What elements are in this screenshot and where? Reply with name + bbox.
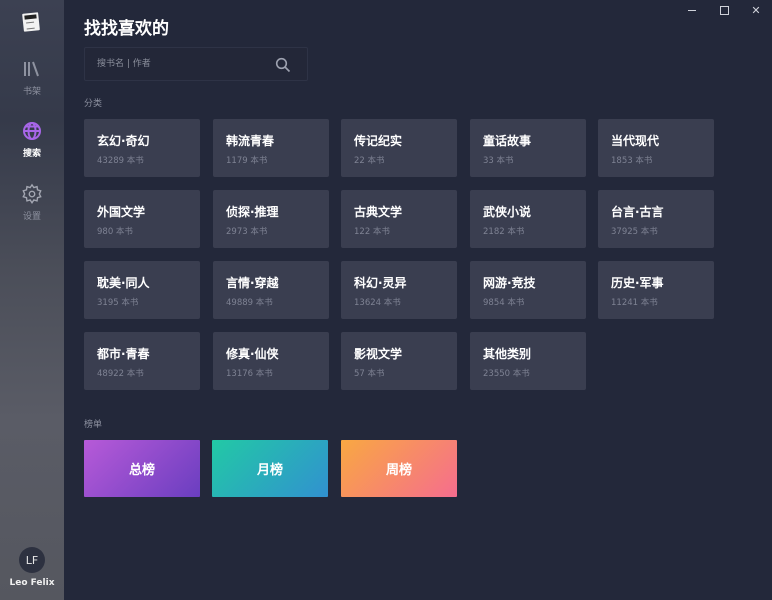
- category-count: 1853 本书: [611, 156, 653, 166]
- globe-search-icon: [21, 120, 43, 142]
- category-count: 2973 本书: [226, 227, 268, 237]
- category-card[interactable]: 古典文学 122 本书: [341, 190, 457, 248]
- category-card[interactable]: 童话故事 33 本书: [470, 119, 586, 177]
- category-name: 历史·军事: [611, 276, 664, 290]
- category-count: 11241 本书: [611, 298, 658, 308]
- rankings-label: 榜单: [84, 420, 103, 430]
- category-card[interactable]: 耽美·同人 3195 本书: [84, 261, 200, 319]
- category-count: 13624 本书: [354, 298, 401, 308]
- category-card[interactable]: 影视文学 57 本书: [341, 332, 457, 390]
- category-card[interactable]: 玄幻·奇幻 43289 本书: [84, 119, 200, 177]
- category-card[interactable]: 传记纪实 22 本书: [341, 119, 457, 177]
- category-name: 网游·竞技: [483, 276, 536, 290]
- sidebar-item-search[interactable]: 搜索: [0, 120, 64, 166]
- category-name: 台言·古言: [611, 205, 664, 219]
- category-count: 980 本书: [97, 227, 133, 237]
- category-count: 1179 本书: [226, 156, 268, 166]
- category-count: 48922 本书: [97, 369, 144, 379]
- ranking-total-button[interactable]: 总榜: [84, 440, 200, 497]
- page-title: 找找喜欢的: [84, 19, 169, 39]
- category-card[interactable]: 其他类别 23550 本书: [470, 332, 586, 390]
- category-name: 其他类别: [483, 347, 532, 361]
- category-name: 科幻·灵异: [354, 276, 407, 290]
- category-name: 外国文学: [97, 205, 146, 219]
- user-name: Leo Felix: [9, 578, 55, 588]
- category-card[interactable]: 科幻·灵异 13624 本书: [341, 261, 457, 319]
- search-input[interactable]: [97, 48, 267, 80]
- category-card[interactable]: 网游·竞技 9854 本书: [470, 261, 586, 319]
- gear-icon: [21, 183, 43, 205]
- close-button[interactable]: ✕: [740, 0, 772, 20]
- category-card[interactable]: 历史·军事 11241 本书: [598, 261, 714, 319]
- category-count: 23550 本书: [483, 369, 530, 379]
- search-icon[interactable]: [275, 57, 291, 73]
- category-count: 57 本书: [354, 369, 385, 379]
- category-name: 传记纪实: [354, 134, 403, 148]
- category-name: 言情·穿越: [226, 276, 279, 290]
- category-name: 都市·青春: [97, 347, 150, 361]
- category-card[interactable]: 侦探·推理 2973 本书: [213, 190, 329, 248]
- sidebar-item-settings[interactable]: 设置: [0, 183, 64, 229]
- category-name: 耽美·同人: [97, 276, 150, 290]
- category-card[interactable]: 韩流青春 1179 本书: [213, 119, 329, 177]
- category-count: 37925 本书: [611, 227, 658, 237]
- category-count: 3195 本书: [97, 298, 139, 308]
- minimize-button[interactable]: [676, 0, 708, 20]
- category-card[interactable]: 外国文学 980 本书: [84, 190, 200, 248]
- app-logo-icon: [22, 12, 40, 32]
- category-name: 修真·仙侠: [226, 347, 279, 361]
- avatar[interactable]: LF: [19, 547, 45, 573]
- category-count: 33 本书: [483, 156, 514, 166]
- sidebar-item-shelf[interactable]: 书架: [0, 58, 64, 104]
- category-count: 43289 本书: [97, 156, 144, 166]
- ranking-month-button[interactable]: 月榜: [212, 440, 328, 497]
- category-name: 当代现代: [611, 134, 660, 148]
- category-name: 武侠小说: [483, 205, 532, 219]
- category-name: 古典文学: [354, 205, 403, 219]
- window-controls: ✕: [676, 0, 772, 20]
- sidebar-item-label: 设置: [22, 212, 41, 222]
- category-count: 122 本书: [354, 227, 390, 237]
- sidebar-item-label: 书架: [22, 87, 41, 97]
- category-count: 2182 本书: [483, 227, 525, 237]
- category-name: 影视文学: [354, 347, 403, 361]
- category-card[interactable]: 台言·古言 37925 本书: [598, 190, 714, 248]
- sidebar-item-label: 搜索: [22, 149, 41, 159]
- category-count: 22 本书: [354, 156, 385, 166]
- category-card[interactable]: 武侠小说 2182 本书: [470, 190, 586, 248]
- category-count: 9854 本书: [483, 298, 525, 308]
- sidebar: 书架 搜索 设置 LF Leo Felix: [0, 0, 64, 600]
- search-box: [84, 47, 308, 81]
- maximize-button[interactable]: [708, 0, 740, 20]
- category-count: 13176 本书: [226, 369, 273, 379]
- category-card[interactable]: 当代现代 1853 本书: [598, 119, 714, 177]
- category-count: 49889 本书: [226, 298, 273, 308]
- category-name: 童话故事: [483, 134, 532, 148]
- category-name: 侦探·推理: [226, 205, 279, 219]
- category-card[interactable]: 都市·青春 48922 本书: [84, 332, 200, 390]
- category-card[interactable]: 修真·仙侠 13176 本书: [213, 332, 329, 390]
- category-name: 韩流青春: [226, 134, 275, 148]
- categories-label: 分类: [84, 99, 103, 109]
- category-name: 玄幻·奇幻: [97, 134, 150, 148]
- ranking-week-button[interactable]: 周榜: [341, 440, 457, 497]
- category-card[interactable]: 言情·穿越 49889 本书: [213, 261, 329, 319]
- bookshelf-icon: [21, 58, 43, 80]
